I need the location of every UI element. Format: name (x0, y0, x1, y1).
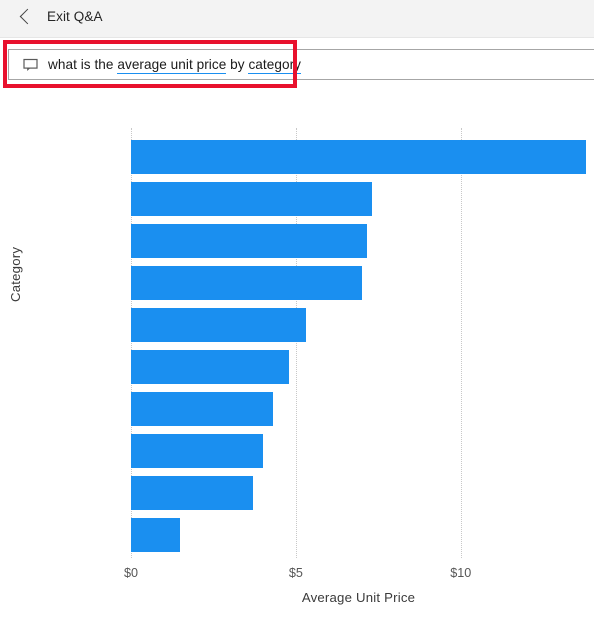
bar[interactable] (131, 518, 181, 552)
x-gridline (460, 128, 462, 558)
exit-qna-label: Exit Q&A (47, 9, 103, 24)
bar[interactable] (131, 350, 290, 384)
bar[interactable] (131, 476, 253, 510)
speech-bubble-icon (23, 57, 39, 73)
qna-token-3[interactable]: category (248, 57, 301, 74)
exit-qna-button[interactable]: Exit Q&A (19, 8, 103, 25)
qna-question-input[interactable]: what is the average unit price by catego… (8, 49, 594, 80)
bar[interactable] (131, 224, 367, 258)
qna-header-band: Exit Q&A (0, 0, 594, 38)
qna-token-2: by (226, 57, 249, 72)
bar[interactable] (131, 308, 306, 342)
chart-plot-area: $0$5$10050-Shoes010-Womens020-Mens040-Ju… (124, 128, 586, 580)
bar[interactable] (131, 434, 263, 468)
qna-input-strip: what is the average unit price by catego… (0, 38, 594, 96)
bar[interactable] (131, 392, 273, 426)
x-tick-label: $5 (288, 566, 303, 580)
qna-token-1[interactable]: average unit price (117, 57, 227, 74)
x-tick-label: $0 (123, 566, 139, 580)
y-axis-title: Category (8, 246, 23, 302)
bar[interactable] (131, 266, 362, 300)
x-axis-title: Average Unit Price (301, 590, 416, 605)
qna-question-text: what is the average unit price by catego… (48, 57, 301, 74)
x-tick-label: $10 (450, 566, 472, 580)
bar[interactable] (131, 140, 586, 174)
bar[interactable] (131, 182, 372, 216)
qna-result-bar-chart[interactable]: $0$5$10050-Shoes010-Womens020-Mens040-Ju… (0, 96, 594, 620)
qna-token-0: what is the (48, 57, 118, 72)
chevron-left-icon (19, 8, 36, 25)
